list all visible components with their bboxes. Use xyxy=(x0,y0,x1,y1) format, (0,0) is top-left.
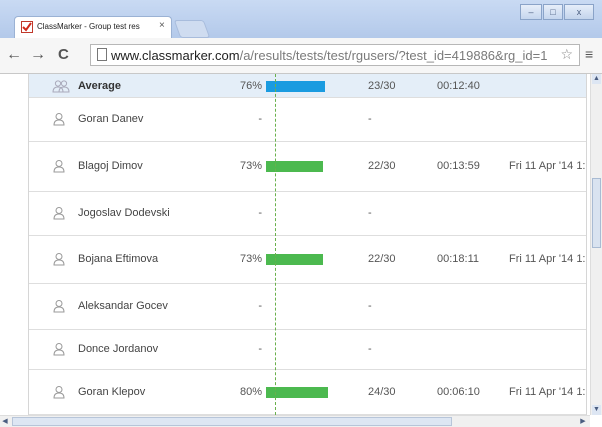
user-icon xyxy=(52,112,66,126)
score-cell: - xyxy=(368,113,372,125)
maximize-button[interactable]: □ xyxy=(543,4,563,20)
new-tab-button[interactable] xyxy=(173,20,211,38)
reload-button[interactable]: C xyxy=(58,46,69,63)
scroll-up-arrow-icon[interactable]: ▲ xyxy=(592,74,601,84)
score-cell: 24/30 xyxy=(368,386,396,398)
horizontal-scrollbar[interactable]: ◀ ▶ xyxy=(0,415,590,427)
table-row: Jogoslav Dodevski - - xyxy=(29,192,586,236)
results-table: Average 76% 23/30 00:12:40 Goran Danev - - Blag… xyxy=(0,74,590,415)
percent-cell: 76% xyxy=(239,80,262,92)
table-row: Goran Danev - - xyxy=(29,98,586,142)
user-icon xyxy=(52,206,66,220)
score-cell: - xyxy=(368,343,372,355)
user-icon xyxy=(52,385,66,399)
percent-cell: - xyxy=(258,343,262,355)
score-cell: - xyxy=(368,207,372,219)
user-icon xyxy=(52,252,66,266)
duration-cell: 00:18:11 xyxy=(437,253,480,265)
address-bar[interactable]: www.classmarker.com/a/results/tests/test… xyxy=(90,44,580,66)
user-icon xyxy=(52,342,66,356)
percent-cell: - xyxy=(258,207,262,219)
url-text[interactable]: www.classmarker.com/a/results/tests/test… xyxy=(111,48,551,63)
duration-cell: 00:13:59 xyxy=(437,160,480,172)
date-cell: Fri 11 Apr '14 1: xyxy=(509,253,586,265)
duration-cell: 00:06:10 xyxy=(437,386,480,398)
student-name-link[interactable]: Jogoslav Dodevski xyxy=(78,207,170,219)
classmarker-favicon-icon xyxy=(21,21,33,33)
url-host: www.classmarker.com xyxy=(111,48,240,63)
browser-toolbar: ← → C www.classmarker.com/a/results/test… xyxy=(0,38,602,74)
group-icon xyxy=(52,79,70,93)
browser-titlebar: ClassMarker - Group test res × – □ x xyxy=(0,0,602,38)
chrome-menu-icon[interactable]: ≡ xyxy=(585,46,593,62)
table-row: Goran Klepov 80% 24/30 00:06:10 Fri 11 Apr '… xyxy=(29,370,586,415)
score-cell: 23/30 xyxy=(368,80,396,92)
percent-cell: 80% xyxy=(239,386,262,398)
student-name-link[interactable]: Bojana Eftimova xyxy=(78,253,158,265)
forward-button[interactable]: → xyxy=(30,46,46,64)
duration-cell: 00:12:40 xyxy=(437,80,480,92)
student-name-link[interactable]: Donce Jordanov xyxy=(78,343,158,355)
table-row: Blagoj Dimov 73% 22/30 00:13:59 Fri 11 Apr '… xyxy=(29,142,586,192)
close-window-button[interactable]: x xyxy=(564,4,594,20)
score-cell: 22/30 xyxy=(368,253,396,265)
percent-cell: 73% xyxy=(239,160,262,172)
back-button[interactable]: ← xyxy=(6,46,22,64)
scroll-down-arrow-icon[interactable]: ▼ xyxy=(592,405,601,415)
user-icon xyxy=(52,159,66,173)
percent-cell: 73% xyxy=(239,253,262,265)
student-name-link[interactable]: Goran Danev xyxy=(78,113,143,125)
scroll-left-arrow-icon[interactable]: ◀ xyxy=(0,417,10,426)
percent-cell: - xyxy=(258,113,262,125)
score-cell: - xyxy=(368,300,372,312)
vertical-scrollbar[interactable]: ▲ ▼ xyxy=(590,74,602,415)
table-row: Donce Jordanov - - xyxy=(29,330,586,370)
average-label: Average xyxy=(78,80,122,92)
table-row: Bojana Eftimova 73% 22/30 00:18:11 Fri 11 Ap… xyxy=(29,236,586,284)
date-cell: Fri 11 Apr '14 1: xyxy=(509,386,586,398)
average-row: Average 76% 23/30 00:12:40 xyxy=(29,74,586,98)
student-name-link[interactable]: Goran Klepov xyxy=(78,386,145,398)
percent-cell: - xyxy=(258,300,262,312)
score-cell: 22/30 xyxy=(368,160,396,172)
vertical-scroll-thumb[interactable] xyxy=(592,178,601,248)
bookmark-star-icon[interactable]: ☆ xyxy=(560,46,573,63)
date-cell: Fri 11 Apr '14 1: xyxy=(509,160,586,172)
table-row: Aleksandar Gocev - - xyxy=(29,284,586,330)
student-name-link[interactable]: Blagoj Dimov xyxy=(78,160,143,172)
browser-tab[interactable]: ClassMarker - Group test res × xyxy=(14,16,172,38)
table-right-border xyxy=(586,74,587,415)
horizontal-scroll-thumb[interactable] xyxy=(12,417,452,426)
url-path: /a/results/tests/test/rgusers/?test_id=4… xyxy=(239,48,548,63)
page-icon xyxy=(97,48,107,61)
average-marker-line xyxy=(275,74,276,415)
user-icon xyxy=(52,299,66,313)
tab-title: ClassMarker - Group test res xyxy=(37,22,140,31)
scroll-right-arrow-icon[interactable]: ▶ xyxy=(578,417,588,426)
minimize-button[interactable]: – xyxy=(520,4,542,20)
tab-close-icon[interactable]: × xyxy=(159,20,165,31)
student-name-link[interactable]: Aleksandar Gocev xyxy=(78,300,168,312)
